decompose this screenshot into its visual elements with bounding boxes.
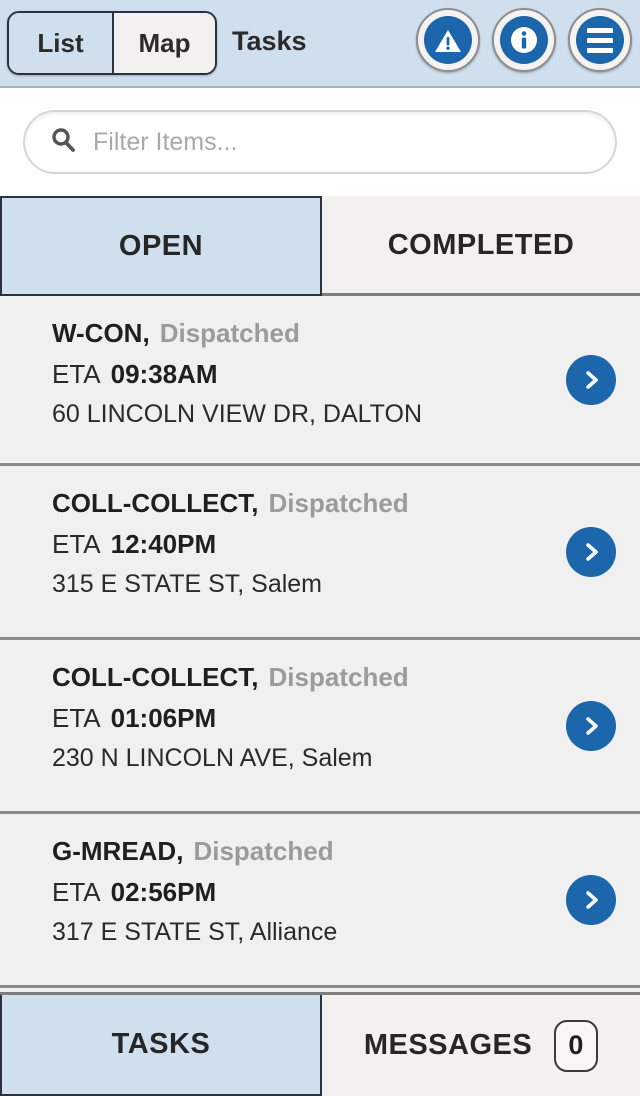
hamburger-menu-icon xyxy=(576,16,624,64)
task-row[interactable]: G-MREAD, Dispatched ETA 02:56PM 317 E STAT… xyxy=(0,814,640,988)
task-row[interactable]: COLL-COLLECT, Dispatched ETA 12:40PM 315 E… xyxy=(0,466,640,640)
task-eta-value: 01:06PM xyxy=(110,703,217,733)
page-title: Tasks xyxy=(232,26,307,56)
task-heading: COLL-COLLECT, Dispatched xyxy=(52,662,640,693)
task-heading: COLL-COLLECT, Dispatched xyxy=(52,488,640,519)
warning-icon xyxy=(424,16,472,64)
view-toggle[interactable]: List Map xyxy=(7,11,217,75)
task-detail-button[interactable] xyxy=(566,526,616,577)
search-icon xyxy=(49,126,77,159)
task-eta-label: ETA xyxy=(52,529,101,559)
task-eta-value: 02:56PM xyxy=(110,877,217,907)
app-header: List Map Tasks xyxy=(0,0,640,88)
task-detail-button[interactable] xyxy=(566,354,616,405)
task-address: 230 N LINCOLN AVE, Salem xyxy=(52,744,373,772)
task-address: 317 E STATE ST, Alliance xyxy=(52,918,338,946)
task-eta: ETA 02:56PM xyxy=(52,877,640,908)
search-section: Filter Items... xyxy=(0,88,640,196)
task-eta: ETA 12:40PM xyxy=(52,529,640,560)
task-heading: W-CON, Dispatched xyxy=(52,318,640,349)
chevron-right-icon xyxy=(586,890,598,909)
tab-open[interactable]: OPEN xyxy=(0,196,322,296)
chevron-right-icon xyxy=(586,370,598,389)
search-input[interactable]: Filter Items... xyxy=(23,110,617,174)
task-eta: ETA 09:38AM xyxy=(52,359,640,390)
chevron-right-icon xyxy=(586,716,598,735)
menu-button[interactable] xyxy=(568,8,632,72)
info-button[interactable] xyxy=(492,8,556,72)
bottom-nav-tasks[interactable]: TASKS xyxy=(0,995,322,1096)
chevron-right-icon xyxy=(586,542,598,561)
status-tabs: OPEN COMPLETED xyxy=(0,196,640,296)
task-eta-label: ETA xyxy=(52,877,101,907)
tasks-app: List Map Tasks Filter Items... OPEN COMP… xyxy=(0,0,640,1096)
tab-open-label: OPEN xyxy=(118,229,204,262)
tab-completed[interactable]: COMPLETED xyxy=(322,196,640,296)
task-row[interactable]: COLL-COLLECT, Dispatched ETA 01:06PM 230 N… xyxy=(0,640,640,814)
task-type: COLL-COLLECT, xyxy=(52,662,259,692)
task-type: W-CON, xyxy=(52,318,150,348)
task-eta-value: 12:40PM xyxy=(110,529,217,559)
task-status: Dispatched xyxy=(193,836,334,866)
task-type: COLL-COLLECT, xyxy=(52,488,259,518)
task-detail-button[interactable] xyxy=(566,700,616,751)
warning-button[interactable] xyxy=(416,8,480,72)
task-type: G-MREAD, xyxy=(52,836,184,866)
view-toggle-list[interactable]: List xyxy=(9,13,112,73)
bottom-navigation: TASKS MESSAGES 0 xyxy=(0,992,640,1096)
task-status: Dispatched xyxy=(268,662,409,692)
hamburger-bars xyxy=(587,27,613,53)
task-detail-button[interactable] xyxy=(566,874,616,925)
task-eta-label: ETA xyxy=(52,703,101,733)
view-toggle-list-label: List xyxy=(37,27,84,58)
messages-count-badge: 0 xyxy=(554,1019,599,1072)
task-eta-label: ETA xyxy=(52,359,101,389)
task-address: 60 LINCOLN VIEW DR, DALTON xyxy=(52,400,422,428)
bottom-nav-messages[interactable]: MESSAGES 0 xyxy=(322,995,640,1096)
task-eta: ETA 01:06PM xyxy=(52,703,640,734)
task-eta-value: 09:38AM xyxy=(110,359,218,389)
task-list: W-CON, Dispatched ETA 09:38AM 60 LINCOLN V… xyxy=(0,296,640,992)
bottom-nav-tasks-label: TASKS xyxy=(111,1028,211,1060)
task-heading: G-MREAD, Dispatched xyxy=(52,836,640,867)
task-row[interactable]: W-CON, Dispatched ETA 09:38AM 60 LINCOLN V… xyxy=(0,296,640,466)
info-icon xyxy=(500,16,548,64)
task-address: 315 E STATE ST, Salem xyxy=(52,570,323,598)
search-placeholder: Filter Items... xyxy=(93,127,238,156)
view-toggle-map[interactable]: Map xyxy=(112,13,215,73)
task-status: Dispatched xyxy=(268,488,409,518)
bottom-nav-messages-label: MESSAGES xyxy=(363,1029,533,1061)
header-actions xyxy=(416,8,632,72)
tab-completed-label: COMPLETED xyxy=(387,229,575,261)
view-toggle-map-label: Map xyxy=(138,27,191,58)
task-status: Dispatched xyxy=(159,318,300,348)
